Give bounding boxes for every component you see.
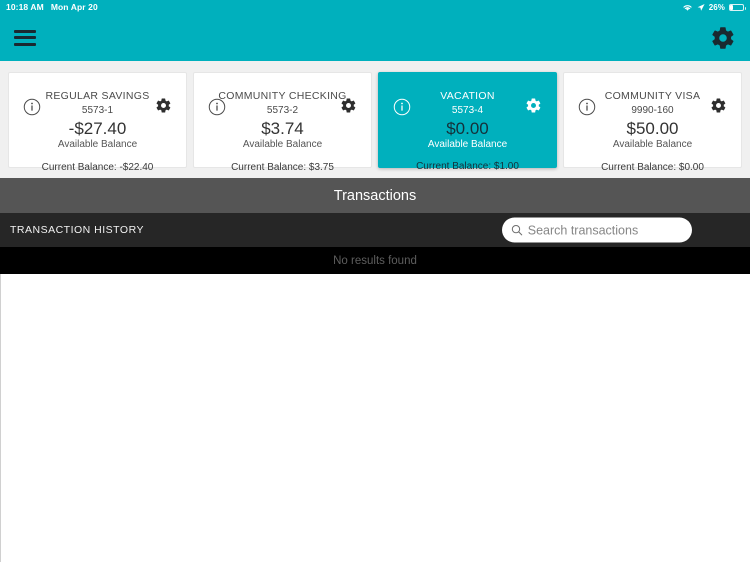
status-bar-indicators: 26% — [682, 2, 746, 12]
location-arrow-icon — [697, 3, 705, 11]
account-number: 5573-4 — [451, 104, 484, 116]
account-card-regular-savings[interactable]: REGULAR SAVINGS 5573-1 -$27.40 Available… — [8, 71, 187, 173]
available-balance-label: Available Balance — [427, 138, 508, 150]
current-balance-label: Current Balance: -$22.40 — [41, 161, 154, 173]
account-card-vacation[interactable]: VACATION 5573-4 $0.00 Available Balance … — [378, 71, 557, 172]
account-number: 5573-2 — [266, 104, 299, 116]
app-root: 10:18 AM Mon Apr 20 26% REGULAR SAVINGS … — [0, 0, 750, 562]
current-balance-label: Current Balance: $0.00 — [601, 161, 704, 173]
available-balance-label: Available Balance — [57, 138, 138, 150]
info-circle-icon[interactable] — [578, 98, 596, 116]
info-circle-icon[interactable] — [23, 98, 41, 116]
info-circle-icon[interactable] — [393, 98, 411, 116]
current-balance-label: Current Balance: $3.75 — [231, 161, 334, 173]
accounts-strip: REGULAR SAVINGS 5573-1 -$27.40 Available… — [0, 61, 750, 178]
transactions-title-bar: Transactions — [0, 178, 750, 213]
account-name: COMMUNITY VISA — [604, 89, 701, 102]
available-balance-amount: -$27.40 — [68, 118, 127, 138]
available-balance-amount: $0.00 — [446, 118, 489, 138]
transaction-history-bar: TRANSACTION HISTORY — [0, 213, 750, 247]
account-card-community-checking[interactable]: COMMUNITY CHECKING 5573-2 $3.74 Availabl… — [193, 71, 372, 173]
wifi-icon — [683, 4, 692, 11]
transaction-history-label: TRANSACTION HISTORY — [10, 224, 144, 236]
battery-icon — [729, 3, 746, 11]
empty-state-bar: No results found — [0, 247, 750, 274]
app-header — [0, 14, 750, 61]
search-input[interactable] — [527, 223, 683, 237]
account-name: REGULAR SAVINGS — [45, 89, 150, 102]
account-number: 9990-160 — [631, 104, 674, 116]
account-name: VACATION — [440, 89, 495, 102]
available-balance-amount: $3.74 — [261, 118, 304, 138]
transactions-content-pane — [0, 274, 750, 562]
available-balance-label: Available Balance — [242, 138, 323, 150]
status-bar-date: Mon Apr 20 — [50, 2, 98, 12]
account-number: 5573-1 — [81, 104, 114, 116]
search-box[interactable] — [502, 217, 692, 243]
battery-percent-label: 26% — [708, 2, 725, 12]
gear-icon[interactable] — [710, 97, 727, 114]
hamburger-menu-icon[interactable] — [14, 29, 36, 46]
gear-icon[interactable] — [155, 97, 172, 114]
account-card-community-visa[interactable]: COMMUNITY VISA 9990-160 $50.00 Available… — [563, 71, 742, 173]
info-circle-icon[interactable] — [208, 98, 226, 116]
search-icon — [511, 224, 523, 236]
current-balance-label: Current Balance: $1.00 — [416, 160, 519, 172]
available-balance-label: Available Balance — [612, 138, 693, 150]
account-name: COMMUNITY CHECKING — [218, 89, 347, 102]
status-bar: 10:18 AM Mon Apr 20 26% — [0, 0, 750, 14]
empty-state-message: No results found — [333, 254, 417, 267]
status-bar-time: 10:18 AM — [6, 2, 44, 12]
available-balance-amount: $50.00 — [626, 118, 679, 138]
gear-icon[interactable] — [525, 97, 542, 114]
page-title: Transactions — [333, 187, 417, 204]
gear-icon[interactable] — [710, 25, 736, 51]
gear-icon[interactable] — [340, 97, 357, 114]
